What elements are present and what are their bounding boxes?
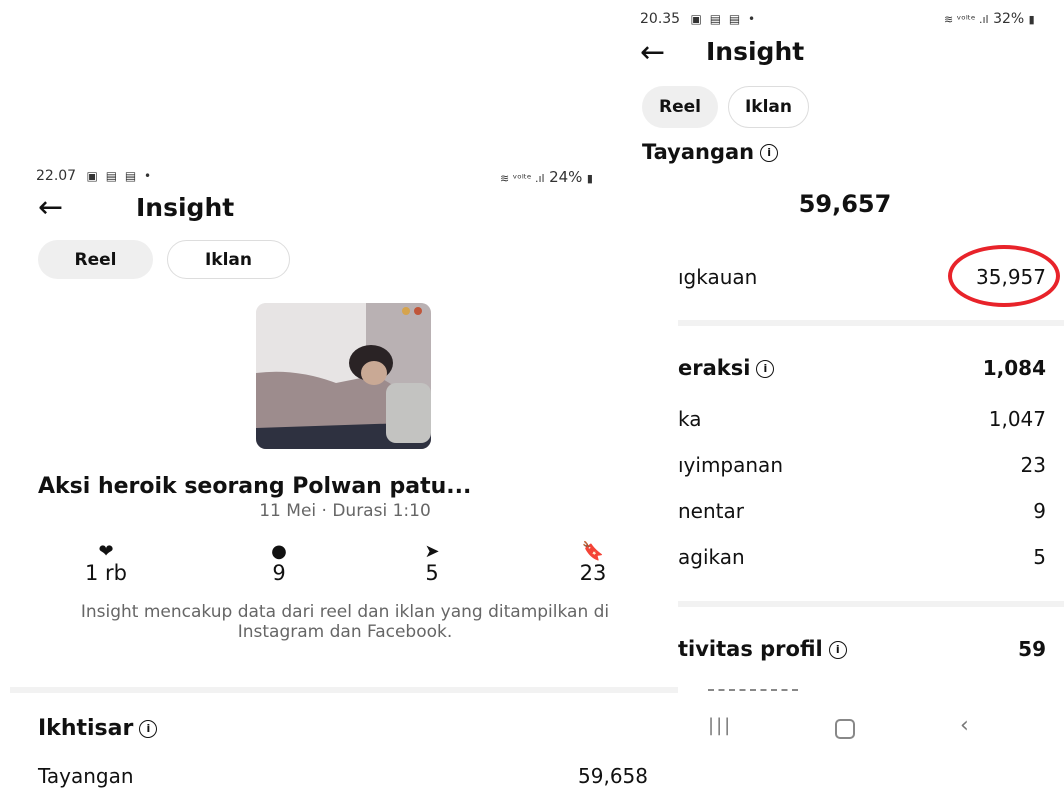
interaction-row-value: 9 bbox=[1033, 499, 1046, 523]
tab-iklan[interactable]: Iklan bbox=[167, 240, 290, 279]
tab-reel[interactable]: Reel bbox=[38, 240, 153, 279]
interaction-row-value: 1,047 bbox=[988, 407, 1046, 431]
info-icon[interactable]: i bbox=[760, 144, 779, 162]
stat-value: 1 rb bbox=[85, 561, 127, 585]
battery-level: 24% bbox=[549, 168, 583, 186]
reach-value: 35,957 bbox=[976, 265, 1046, 289]
profile-activity-value: 59 bbox=[1018, 637, 1046, 661]
views-label: Tayangan bbox=[38, 764, 134, 788]
page-title: Insight bbox=[706, 37, 805, 66]
status-bar-left: 20.35 ▣ ▤ ▤ • bbox=[640, 11, 757, 27]
home-icon[interactable] bbox=[835, 719, 855, 739]
info-icon[interactable]: i bbox=[139, 720, 158, 738]
reel-thumbnail-image bbox=[256, 303, 431, 449]
overview-title: Ikhtisar i bbox=[38, 716, 158, 741]
status-bar-right-left: ≋ ᵛᵒˡᵗᵉ .ıl 24% ▮ bbox=[500, 168, 593, 186]
stat-value: 5 bbox=[425, 561, 439, 585]
tab-iklan[interactable]: Iklan bbox=[728, 86, 809, 128]
status-time: 22.07 bbox=[36, 168, 77, 184]
back-arrow-icon[interactable]: ← bbox=[38, 193, 63, 223]
section-divider bbox=[678, 601, 1064, 607]
interaction-row-value: 23 bbox=[1020, 453, 1046, 477]
notification-icons: ▣ ▤ ▤ • bbox=[690, 12, 758, 26]
bookmark-icon: 🔖 bbox=[581, 541, 605, 562]
interaction-row-label: ka bbox=[678, 407, 702, 431]
interaction-row-value: 5 bbox=[1033, 545, 1046, 569]
stat-comments: ● 9 bbox=[247, 541, 311, 586]
interactions-total: 1,084 bbox=[982, 356, 1046, 380]
post-title: Aksi heroik seorang Polwan patu... bbox=[38, 474, 472, 499]
interactions-title-text: eraksi bbox=[678, 356, 751, 380]
battery-icon: ▮ bbox=[1028, 13, 1035, 26]
info-icon[interactable]: i bbox=[756, 360, 775, 378]
tab-reel[interactable]: Reel bbox=[642, 86, 718, 128]
battery-icon: ▮ bbox=[586, 172, 593, 185]
status-bar-right: ≋ ᵛᵒˡᵗᵉ .ıl 32% ▮ bbox=[944, 11, 1035, 27]
views-title: Tayangan i bbox=[642, 140, 779, 164]
interaction-row-label: agikan bbox=[678, 545, 745, 569]
reel-thumbnail[interactable] bbox=[256, 303, 431, 449]
views-title-text: Tayangan bbox=[642, 140, 755, 164]
section-divider bbox=[678, 320, 1064, 326]
status-bar-left: 22.07 ▣ ▤ ▤ • bbox=[36, 168, 153, 184]
recents-icon[interactable]: ||| bbox=[708, 715, 732, 736]
views-total: 59,657 bbox=[798, 190, 892, 218]
post-meta: 11 Mei · Durasi 1:10 bbox=[259, 501, 431, 521]
views-value: 59,658 bbox=[578, 764, 648, 788]
insight-note: Insight mencakup data dari reel dan ikla… bbox=[80, 602, 610, 642]
profile-activity-title-text: tivitas profil bbox=[678, 637, 823, 661]
signal-icon: ≋ ᵛᵒˡᵗᵉ .ıl bbox=[500, 172, 545, 185]
stat-shares: ➤ 5 bbox=[400, 541, 464, 586]
stat-likes: ❤ 1 rb bbox=[74, 541, 138, 586]
back-arrow-icon[interactable]: ← bbox=[640, 38, 665, 68]
interaction-row-label: nentar bbox=[678, 499, 744, 523]
notification-icons: ▣ ▤ ▤ • bbox=[86, 169, 154, 183]
signal-icon: ≋ ᵛᵒˡᵗᵉ .ıl bbox=[944, 13, 989, 26]
section-divider bbox=[10, 687, 678, 693]
info-icon[interactable]: i bbox=[828, 641, 847, 659]
profile-activity-title: tivitas profil i bbox=[678, 637, 847, 661]
overview-title-text: Ikhtisar bbox=[38, 716, 134, 741]
interaction-row-label: ıyimpanan bbox=[678, 453, 783, 477]
stat-value: 9 bbox=[272, 561, 286, 585]
stat-saves: 🔖 23 bbox=[561, 541, 625, 586]
cut-off-row bbox=[678, 689, 1064, 693]
share-icon: ➤ bbox=[424, 541, 440, 562]
battery-level: 32% bbox=[993, 11, 1025, 27]
back-nav-icon[interactable]: ‹ bbox=[960, 713, 969, 738]
interactions-title: eraksi i bbox=[678, 356, 775, 380]
reach-label: ıgkauan bbox=[678, 265, 758, 289]
page-title: Insight bbox=[136, 193, 235, 222]
heart-icon: ❤ bbox=[98, 541, 114, 562]
stat-value: 23 bbox=[579, 561, 607, 585]
comment-icon: ● bbox=[271, 541, 287, 562]
status-time: 20.35 bbox=[640, 11, 681, 27]
android-nav-bar: ||| ‹ bbox=[678, 705, 1064, 755]
